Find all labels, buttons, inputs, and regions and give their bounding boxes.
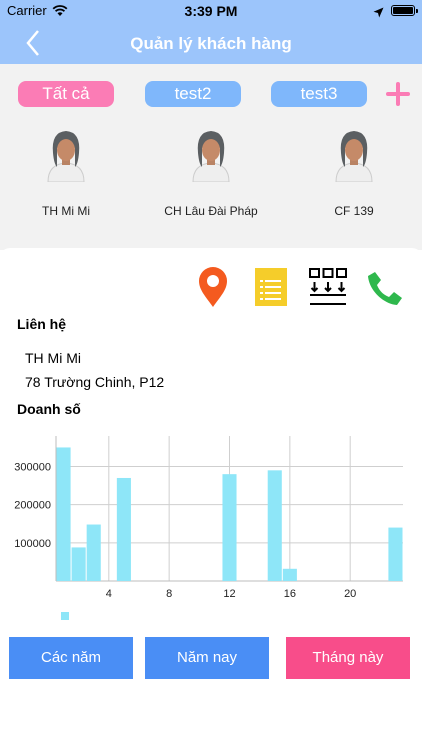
clock: 3:39 PM	[184, 3, 238, 19]
status-bar: Carrier 3:39 PM	[0, 0, 422, 22]
tab-all[interactable]: Tất cả	[18, 81, 114, 107]
customer-name: TH Mi Mi	[42, 204, 90, 218]
years-button[interactable]: Các năm	[9, 637, 133, 679]
sales-label: Doanh số	[17, 401, 81, 417]
sales-chart: 4 8 12 16 20 100000 200000 300000	[14, 436, 403, 620]
chart-bar	[267, 470, 282, 581]
y-tick-label: 200000	[14, 500, 51, 512]
y-tick-label: 100000	[14, 538, 51, 550]
page-title: Quản lý khách hàng	[130, 34, 292, 53]
x-tick-label: 20	[344, 588, 356, 600]
location-arrow-icon	[373, 5, 384, 23]
this-year-button[interactable]: Năm nay	[145, 637, 269, 679]
customer-item[interactable]: TH Mi Mi	[0, 126, 136, 226]
customer-name: CH Lâu Đài Pháp	[164, 204, 258, 218]
grid-download-icon[interactable]	[309, 268, 347, 306]
chart-bar	[56, 447, 71, 581]
contact-name: TH Mi Mi	[25, 350, 81, 366]
y-tick-label: 300000	[14, 462, 51, 474]
add-group-button[interactable]	[386, 82, 410, 106]
chart-bar	[86, 524, 101, 581]
contact-address: 78 Trường Chinh, P12	[25, 374, 165, 390]
customer-item[interactable]: CH Lâu Đài Pháp	[141, 126, 281, 226]
document-icon[interactable]	[255, 268, 287, 306]
customer-selector: Tất cả test2 test3 TH Mi Mi CH Lâu Đài P…	[0, 64, 422, 250]
x-tick-label: 12	[223, 588, 235, 600]
tab-test3[interactable]: test3	[271, 81, 367, 107]
chart-bar	[222, 474, 237, 581]
x-tick-label: 8	[166, 588, 172, 600]
contact-label: Liên hệ	[17, 316, 67, 332]
avatar	[47, 131, 85, 182]
legend-swatch	[61, 612, 69, 620]
x-tick-label: 16	[284, 588, 296, 600]
chart-bar	[388, 527, 403, 581]
map-pin-icon[interactable]	[197, 266, 229, 308]
tab-test2[interactable]: test2	[145, 81, 241, 107]
avatar	[335, 131, 373, 182]
customer-name: CF 139	[334, 204, 374, 218]
battery-icon	[391, 5, 418, 16]
customer-item[interactable]: CF 139	[284, 126, 422, 226]
nav-bar: Quản lý khách hàng	[0, 22, 422, 64]
phone-icon[interactable]	[367, 270, 403, 306]
avatar	[192, 131, 230, 182]
chart-bar	[71, 547, 86, 581]
x-tick-label: 4	[106, 588, 112, 600]
chart-bar	[282, 568, 297, 581]
chart-bar	[116, 477, 131, 581]
this-month-button[interactable]: Tháng này	[286, 637, 410, 679]
